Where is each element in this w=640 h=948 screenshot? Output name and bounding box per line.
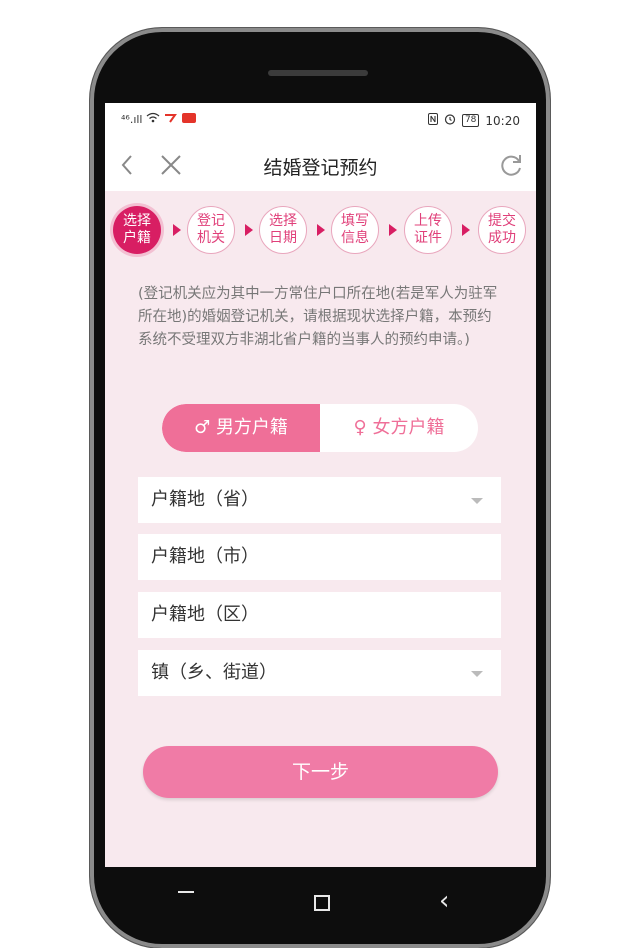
header: 结婚登记预约 bbox=[105, 139, 536, 191]
male-household-label: 男方户籍 bbox=[215, 417, 288, 438]
step-arrow-icon bbox=[245, 224, 253, 236]
status-bar: ⁴⁶.ıll 78 10:20 bbox=[105, 103, 536, 139]
female-household-label: 女方户籍 bbox=[372, 417, 445, 438]
household-toggle: ♂ 男方户籍 ♀ 女方户籍 bbox=[162, 404, 478, 452]
android-navigation-bar: ‹ bbox=[105, 868, 536, 932]
province-select[interactable]: 户籍地（省） bbox=[138, 477, 501, 523]
district-select[interactable]: 户籍地（区） bbox=[138, 592, 501, 638]
province-select-value: 户籍地（省） bbox=[151, 489, 259, 510]
city-select[interactable]: 户籍地（市） bbox=[138, 534, 501, 580]
step-1: 选择户籍 bbox=[113, 206, 161, 254]
female-icon: ♀ bbox=[353, 417, 367, 438]
back-key[interactable]: ‹ bbox=[439, 886, 449, 916]
battery-icon: 78 bbox=[461, 114, 480, 127]
page-title: 结婚登记预约 bbox=[263, 157, 378, 179]
app-badge-icon bbox=[182, 112, 197, 126]
dropdown-arrow-icon bbox=[471, 671, 483, 677]
refresh-button[interactable] bbox=[498, 151, 524, 185]
minus-icon bbox=[178, 891, 194, 893]
step-3: 选择日期 bbox=[259, 206, 307, 254]
progress-steps: 选择户籍 登记机关 选择日期 填写信息 上传证件 提交成功 bbox=[113, 206, 533, 262]
step-2: 登记机关 bbox=[187, 206, 235, 254]
male-household-tab[interactable]: ♂ 男方户籍 bbox=[162, 404, 320, 452]
female-household-tab[interactable]: ♀ 女方户籍 bbox=[320, 404, 478, 452]
app-screen: ⁴⁶.ıll 78 10:20 结婚登记预约 选择户籍 登记机关 选择日期 填写… bbox=[105, 103, 536, 867]
menu-key[interactable] bbox=[177, 882, 195, 908]
step-5: 上传证件 bbox=[404, 206, 452, 254]
step-arrow-icon bbox=[173, 224, 181, 236]
home-key[interactable] bbox=[314, 895, 330, 911]
refresh-icon bbox=[501, 155, 521, 176]
town-select-value: 镇（乡、街道） bbox=[151, 662, 277, 683]
time: 10:20 bbox=[485, 113, 520, 128]
male-icon: ♂ bbox=[194, 417, 211, 438]
notification-icon bbox=[164, 112, 178, 126]
wifi-icon bbox=[146, 112, 160, 126]
step-arrow-icon bbox=[389, 224, 397, 236]
phone-speaker bbox=[268, 70, 368, 76]
step-6: 提交成功 bbox=[478, 206, 526, 254]
registration-note: (登记机关应为其中一方常住户口所在地(若是军人为驻军所在地)的婚姻登记机关，请根… bbox=[138, 286, 498, 348]
dropdown-arrow-icon bbox=[471, 498, 483, 504]
step-arrow-icon bbox=[317, 224, 325, 236]
alarm-icon bbox=[444, 113, 456, 128]
signal-icon: ⁴⁶.ıll bbox=[121, 112, 143, 126]
step-arrow-icon bbox=[462, 224, 470, 236]
city-select-value: 户籍地（市） bbox=[151, 546, 259, 567]
next-button[interactable]: 下一步 bbox=[143, 746, 498, 798]
nfc-icon bbox=[427, 113, 438, 128]
step-4: 填写信息 bbox=[331, 206, 379, 254]
district-select-value: 户籍地（区） bbox=[151, 604, 259, 625]
town-select[interactable]: 镇（乡、街道） bbox=[138, 650, 501, 696]
